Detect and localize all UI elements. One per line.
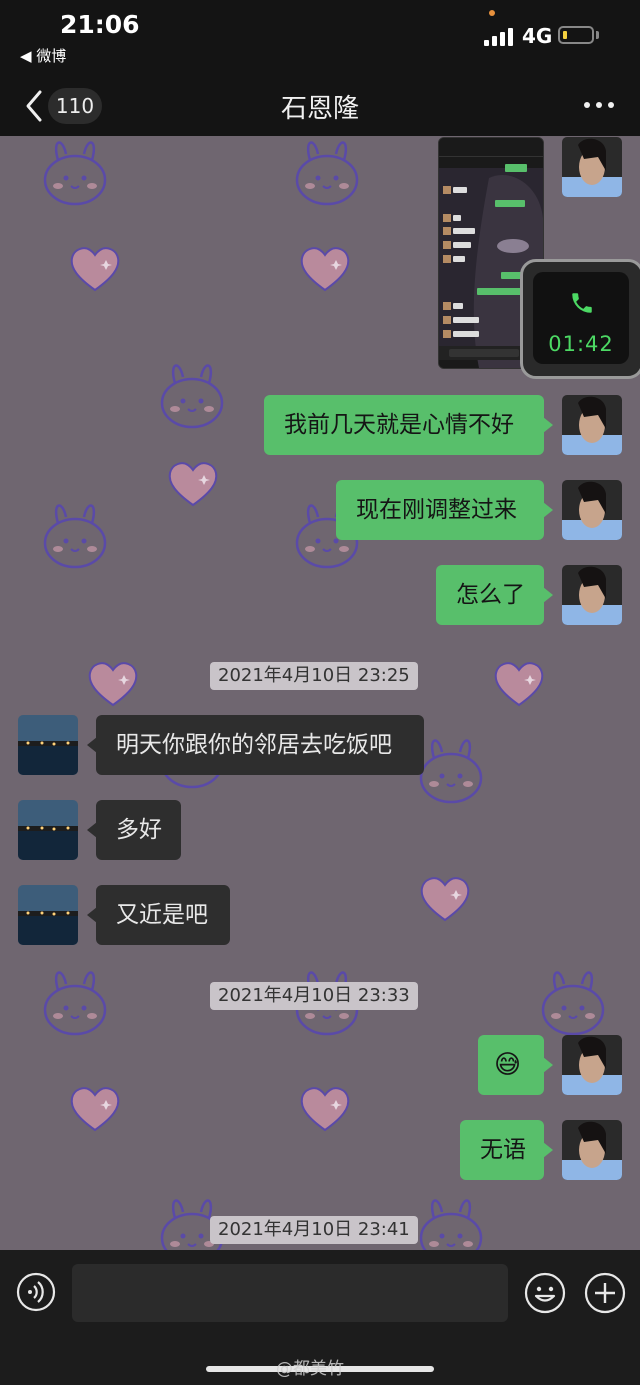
avatar-image	[562, 137, 622, 197]
battery-tip	[596, 31, 599, 39]
message-bubble-outgoing[interactable]: 怎么了	[436, 565, 553, 625]
message-input[interactable]	[72, 1264, 508, 1322]
timestamp: 2021年4月10日 23:33	[210, 982, 418, 1010]
avatar[interactable]	[562, 1035, 622, 1095]
network-type: 4G	[522, 24, 553, 48]
avatar[interactable]	[562, 1120, 622, 1180]
avatar[interactable]	[562, 137, 622, 197]
avatar[interactable]	[18, 715, 78, 775]
message-bubble-outgoing[interactable]: 😅	[478, 1035, 553, 1095]
status-time: 21:06	[60, 10, 140, 39]
timestamp: 2021年4月10日 23:41	[210, 1216, 418, 1244]
avatar-image	[562, 1035, 622, 1095]
avatar-image	[18, 715, 78, 775]
watermark: @都美竹	[276, 1359, 344, 1379]
voice-icon[interactable]	[16, 1272, 56, 1312]
emoji-icon[interactable]	[524, 1272, 566, 1314]
phone-icon	[572, 293, 592, 313]
avatar-image	[562, 565, 622, 625]
battery-icon	[558, 26, 594, 44]
floating-call-window[interactable]: 01:42	[520, 259, 640, 379]
call-duration: 01:42	[548, 332, 614, 356]
input-bar: @都美竹	[0, 1250, 640, 1385]
message-bubble-outgoing[interactable]: 现在刚调整过来	[336, 480, 553, 540]
message-bubble-incoming[interactable]: 多好	[87, 800, 181, 860]
avatar-image	[562, 480, 622, 540]
privacy-indicator-dot	[489, 10, 495, 16]
status-bar: 21:06 ◀ 微博 4G	[0, 0, 640, 80]
back-to-app-link[interactable]: ◀ 微博	[20, 45, 66, 66]
avatar[interactable]	[562, 565, 622, 625]
avatar[interactable]	[18, 800, 78, 860]
avatar-image	[562, 395, 622, 455]
signal-icon	[484, 28, 513, 46]
avatar-image	[562, 1120, 622, 1180]
avatar[interactable]	[18, 885, 78, 945]
message-bubble-incoming[interactable]: 又近是吧	[87, 885, 230, 945]
avatar-image	[18, 885, 78, 945]
avatar[interactable]	[562, 395, 622, 455]
message-bubble-outgoing[interactable]: 无语	[460, 1120, 553, 1180]
avatar[interactable]	[562, 480, 622, 540]
chat-header: 110 石恩隆	[0, 80, 640, 136]
more-dots-icon[interactable]	[582, 90, 616, 120]
message-bubble-incoming[interactable]: 明天你跟你的邻居去吃饭吧	[87, 715, 424, 775]
timestamp: 2021年4月10日 23:25	[210, 662, 418, 690]
plus-icon[interactable]	[584, 1272, 626, 1314]
chat-title: 石恩隆	[280, 94, 359, 124]
message-bubble-outgoing[interactable]: 我前几天就是心情不好	[264, 395, 553, 455]
avatar-image	[18, 800, 78, 860]
